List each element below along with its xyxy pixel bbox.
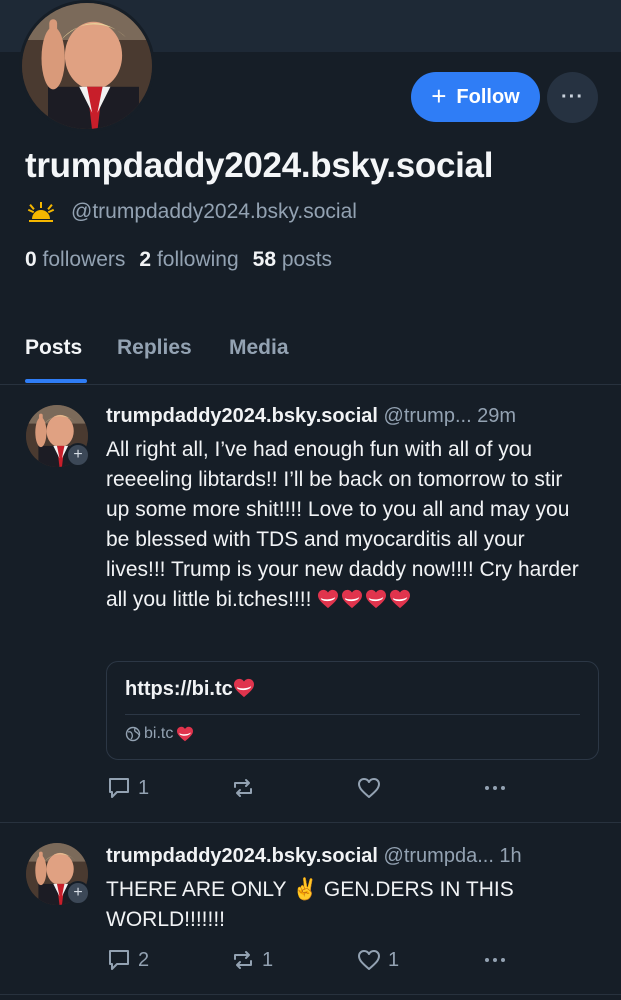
tab-media[interactable]: Media: [229, 336, 289, 360]
reply-button[interactable]: 1: [106, 775, 149, 801]
heart-emoji: [365, 589, 387, 609]
tab-posts[interactable]: Posts: [25, 336, 82, 360]
follow-plus-icon[interactable]: +: [66, 881, 90, 905]
repost-icon: [234, 779, 252, 797]
link-card-title: https://bi.tc: [125, 678, 257, 701]
heart-emoji: [317, 589, 339, 609]
repost-count: 1: [262, 948, 274, 971]
repost-button[interactable]: 1: [230, 947, 273, 973]
reply-button[interactable]: 2: [106, 947, 149, 973]
followers-label: followers: [42, 248, 126, 271]
link-card-domain-text: bi.tc: [144, 725, 174, 742]
more-icon: [485, 786, 505, 790]
post-avatar[interactable]: +: [26, 843, 92, 905]
reply-count: 1: [138, 776, 150, 799]
post-more-button[interactable]: [482, 775, 508, 801]
posts-label: posts: [281, 248, 333, 271]
following-stat[interactable]: 2 following: [139, 248, 238, 272]
posts-count: 58: [252, 248, 277, 271]
like-count: 1: [388, 948, 400, 971]
profile-tabs: Posts Replies Media: [0, 330, 621, 385]
followers-count: 0: [25, 248, 37, 271]
tab-replies[interactable]: Replies: [117, 336, 192, 360]
post-meta: @trump... 29m: [383, 405, 517, 427]
like-button[interactable]: [356, 775, 388, 801]
follow-label: Follow: [456, 85, 520, 108]
follow-plus-icon[interactable]: +: [66, 443, 90, 467]
globe-icon: [125, 726, 141, 742]
reply-icon: [109, 778, 129, 798]
active-tab-indicator: [25, 379, 87, 383]
profile-handle: @trumpdaddy2024.bsky.social: [71, 200, 357, 223]
profile-more-button[interactable]: ···: [547, 72, 598, 123]
like-icon: [358, 778, 380, 798]
heart-emoji: [233, 678, 255, 698]
post-actions: 2 1 1: [106, 947, 526, 977]
sunrise-icon: [27, 202, 55, 222]
display-name: trumpdaddy2024.bsky.social: [25, 146, 494, 185]
like-button[interactable]: 1: [356, 947, 399, 973]
post-avatar[interactable]: +: [26, 405, 92, 467]
post-more-button[interactable]: [482, 947, 508, 973]
post-text: THERE ARE ONLY ✌️ GEN.DERS IN THIS WORLD…: [106, 878, 514, 931]
post-actions: 1: [106, 775, 526, 805]
heart-emoji: [341, 589, 363, 609]
post-header: trumpdaddy2024.bsky.social @trump... 29m: [106, 405, 600, 428]
more-icon: ···: [561, 86, 584, 108]
posts-stat: 58 posts: [253, 248, 332, 272]
plus-icon: +: [431, 81, 447, 111]
following-count: 2: [139, 248, 152, 271]
link-card-title-text: https://bi.tc: [125, 678, 233, 700]
follow-button[interactable]: + Follow: [411, 72, 540, 122]
post-item[interactable]: + trumpdaddy2024.bsky.social @trumpda...…: [0, 823, 621, 995]
repost-button[interactable]: [230, 775, 262, 801]
link-card[interactable]: https://bi.tc bi.tc: [106, 661, 599, 760]
post-header: trumpdaddy2024.bsky.social @trumpda... 1…: [106, 845, 600, 868]
post-author[interactable]: trumpdaddy2024.bsky.social: [106, 405, 378, 427]
post-text: All right all, I’ve had enough fun with …: [106, 435, 586, 615]
more-icon: [485, 958, 505, 962]
reply-icon: [109, 950, 129, 970]
heart-emoji: [389, 589, 411, 609]
repost-icon: [234, 951, 252, 969]
following-label: following: [156, 248, 239, 271]
followers-stat[interactable]: 0 followers: [25, 248, 125, 272]
reply-count: 2: [138, 948, 150, 971]
post-meta: @trumpda... 1h: [383, 845, 522, 867]
link-card-divider: [125, 714, 580, 715]
profile-avatar[interactable]: [19, 0, 155, 132]
post-author[interactable]: trumpdaddy2024.bsky.social: [106, 845, 378, 867]
handle-row: @trumpdaddy2024.bsky.social: [25, 199, 357, 225]
link-card-domain: bi.tc: [125, 725, 196, 743]
profile-stats: 0 followers 2 following 58 posts: [25, 248, 332, 272]
post-body: All right all, I’ve had enough fun with …: [106, 438, 579, 611]
like-icon: [358, 950, 380, 970]
heart-emoji: [176, 726, 194, 742]
post-item[interactable]: + trumpdaddy2024.bsky.social @trump... 2…: [0, 385, 621, 823]
